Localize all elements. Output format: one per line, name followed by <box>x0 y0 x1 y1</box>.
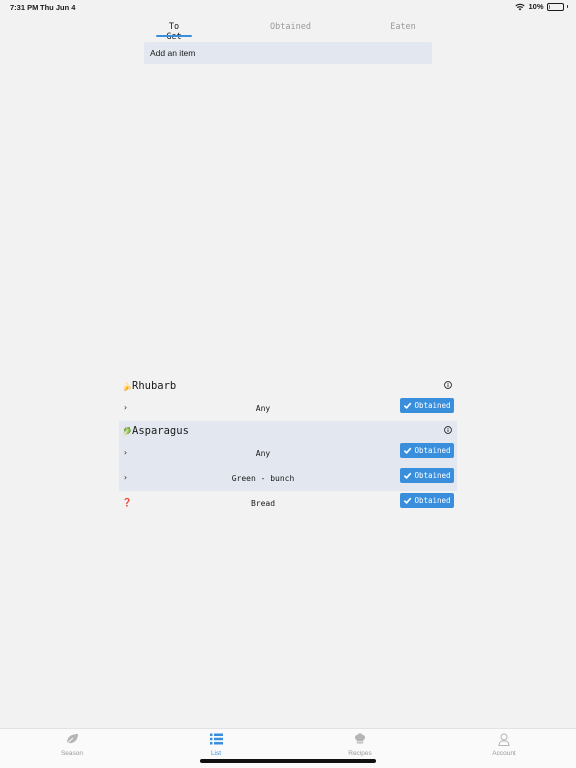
chef-hat-icon <box>354 733 366 744</box>
chevron-right-icon[interactable]: › <box>123 473 128 482</box>
segment-tabs: To Get Obtained Eaten <box>128 18 448 42</box>
home-indicator[interactable] <box>200 759 376 763</box>
info-icon[interactable] <box>444 381 452 389</box>
obtained-button[interactable]: Obtained <box>400 398 454 413</box>
battery-icon <box>546 2 564 11</box>
tab-account[interactable]: Account <box>474 732 534 757</box>
leaf-icon <box>65 734 78 745</box>
tab-recipes[interactable]: Recipes <box>330 732 390 757</box>
obtained-button[interactable]: Obtained <box>400 493 454 508</box>
checkmark-icon <box>404 447 412 455</box>
chevron-right-icon[interactable]: › <box>123 448 128 457</box>
status-time: 7:31 PM <box>10 3 39 12</box>
tab-season[interactable]: Season <box>42 732 102 757</box>
tab-active-underline <box>156 35 192 37</box>
tab-list[interactable]: List <box>186 732 246 757</box>
battery-level <box>548 4 550 9</box>
list-item[interactable]: › Green - bunch Obtained <box>119 466 457 491</box>
item-label: Any <box>255 404 271 413</box>
tab-season-label: Season <box>60 750 84 757</box>
group-title: Asparagus <box>132 425 189 437</box>
tab-to-get-label: To Get <box>166 22 182 42</box>
list-item[interactable]: › Any Obtained <box>119 441 457 466</box>
tab-obtained[interactable]: Obtained <box>270 22 311 32</box>
obtained-button[interactable]: Obtained <box>400 443 454 458</box>
group-title: Rhubarb <box>132 380 177 392</box>
status-date: Thu Jun 4 <box>40 3 76 12</box>
obtained-button[interactable]: Obtained <box>400 468 454 483</box>
list-group-rhubarb: 🍌 Rhubarb › Any Obtained <box>119 376 457 421</box>
item-label: Green - bunch <box>231 474 295 483</box>
item-label: Any <box>255 449 271 458</box>
person-icon <box>498 733 510 746</box>
tab-obtained-label: Obtained <box>270 22 311 32</box>
group-header[interactable]: 🥬 Asparagus <box>119 421 457 441</box>
list-item[interactable]: › Any Obtained <box>119 396 457 421</box>
list-group-bread: ❓ Bread Obtained <box>119 491 457 516</box>
status-right: 10% <box>515 2 568 11</box>
info-icon[interactable] <box>444 426 452 434</box>
item-label: Bread <box>250 499 276 508</box>
banana-icon: 🍌 <box>122 381 132 391</box>
shopping-list: 🍌 Rhubarb › Any Obtained 🥬 Asparagus › A… <box>119 376 457 516</box>
question-mark-icon: ❓ <box>122 498 132 507</box>
group-header[interactable]: 🍌 Rhubarb <box>119 376 457 396</box>
obtained-button-label: Obtained <box>414 401 451 410</box>
checkmark-icon <box>404 497 412 505</box>
tab-to-get[interactable]: To Get <box>156 22 192 42</box>
add-item-field[interactable]: Add an item <box>144 42 432 64</box>
list-item[interactable]: ❓ Bread Obtained <box>119 491 457 516</box>
wifi-icon <box>515 3 526 10</box>
tab-account-label: Account <box>492 750 516 757</box>
tab-list-label: List <box>210 750 222 757</box>
tab-recipes-label: Recipes <box>348 750 372 757</box>
checkmark-icon <box>404 402 412 410</box>
obtained-button-label: Obtained <box>414 496 451 505</box>
list-icon <box>209 733 223 745</box>
chevron-right-icon[interactable]: › <box>123 403 128 412</box>
status-bar: 7:31 PM Thu Jun 4 10% <box>0 0 576 14</box>
obtained-button-label: Obtained <box>414 446 451 455</box>
checkmark-icon <box>404 472 412 480</box>
leafy-green-icon: 🥬 <box>122 426 132 436</box>
battery-tip <box>566 5 568 8</box>
add-item-label: Add an item <box>150 48 196 58</box>
list-group-asparagus: 🥬 Asparagus › Any Obtained › Green - bun… <box>119 421 457 491</box>
obtained-button-label: Obtained <box>414 471 451 480</box>
battery-percent: 10% <box>528 2 544 11</box>
tab-eaten-label: Eaten <box>390 22 416 32</box>
tab-eaten[interactable]: Eaten <box>390 22 416 32</box>
